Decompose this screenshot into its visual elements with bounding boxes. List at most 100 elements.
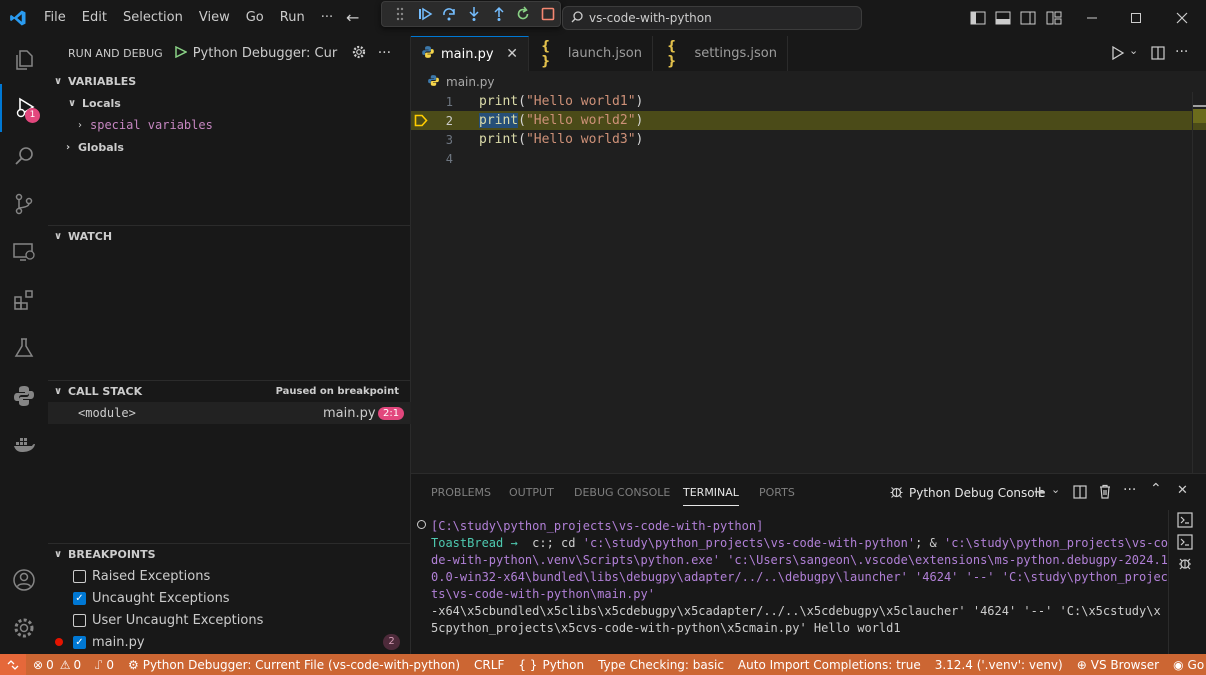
- chevron-down-icon[interactable]: ⌄: [1129, 44, 1138, 57]
- chevron-down-icon[interactable]: ⌄: [1051, 483, 1060, 496]
- code-line[interactable]: 4: [411, 149, 1206, 168]
- breakpoint-raised-exceptions[interactable]: Raised Exceptions: [48, 565, 411, 587]
- run-debug-icon[interactable]: [0, 84, 48, 132]
- remote-indicator-icon[interactable]: [0, 654, 26, 675]
- close-window-icon[interactable]: [1160, 0, 1204, 36]
- accounts-icon[interactable]: [0, 556, 48, 604]
- eol-status[interactable]: CRLF: [467, 654, 511, 675]
- run-file-icon[interactable]: [1111, 45, 1125, 63]
- back-arrow-icon[interactable]: ←: [346, 8, 359, 27]
- source-control-icon[interactable]: [0, 180, 48, 228]
- step-over-icon[interactable]: [437, 3, 462, 25]
- step-out-icon[interactable]: [486, 3, 511, 25]
- tab-main-py[interactable]: main.py ✕: [411, 36, 529, 71]
- code-token-paren: ): [635, 94, 644, 109]
- code-line[interactable]: 3 print("Hello world3"): [411, 130, 1206, 149]
- step-into-icon[interactable]: [462, 3, 487, 25]
- trash-icon[interactable]: [1098, 484, 1112, 502]
- menu-edit[interactable]: Edit: [74, 0, 115, 36]
- panel-tab-output[interactable]: OUTPUT: [509, 486, 554, 506]
- explorer-icon[interactable]: [0, 36, 48, 84]
- ports-status[interactable]: ⑀ 0: [88, 654, 121, 675]
- customize-layout-icon[interactable]: [1034, 0, 1074, 36]
- code-token-paren: (: [518, 113, 526, 128]
- menu-go[interactable]: Go: [238, 0, 272, 36]
- panel-tab-problems[interactable]: PROBLEMS: [431, 486, 491, 506]
- stop-icon[interactable]: [535, 3, 560, 25]
- globals-scope[interactable]: › Globals: [48, 136, 411, 158]
- checkbox-checked[interactable]: ✓: [73, 591, 86, 605]
- breakpoint-main-py[interactable]: ✓ main.py 2: [48, 631, 411, 653]
- panel-tab-ports[interactable]: PORTS: [759, 486, 795, 506]
- maximize-panel-chevron-icon[interactable]: ⌃: [1150, 481, 1162, 497]
- extensions-icon[interactable]: [0, 276, 48, 324]
- checkbox[interactable]: [73, 613, 86, 627]
- python-icon[interactable]: [0, 372, 48, 420]
- continue-icon[interactable]: [413, 3, 438, 25]
- tab-settings-json[interactable]: { } settings.json: [653, 36, 788, 71]
- menu-more[interactable]: ···: [313, 0, 341, 36]
- new-terminal-plus-icon[interactable]: +: [1033, 482, 1046, 501]
- breakpoint-uncaught-exceptions[interactable]: ✓ Uncaught Exceptions: [48, 587, 411, 609]
- menu-run[interactable]: Run: [272, 0, 313, 36]
- manage-gear-icon[interactable]: [0, 604, 48, 652]
- terminal-instance-icon[interactable]: [1177, 534, 1193, 553]
- split-terminal-icon[interactable]: [1073, 485, 1087, 502]
- stack-frame-row[interactable]: <module> main.py 2:1: [48, 402, 411, 424]
- breadcrumb-file[interactable]: main.py: [446, 75, 495, 89]
- auto-import-status[interactable]: Auto Import Completions: true: [731, 654, 928, 675]
- type-checking-status[interactable]: Type Checking: basic: [591, 654, 731, 675]
- maximize-icon[interactable]: [1114, 0, 1158, 36]
- breakpoint-user-uncaught-exceptions[interactable]: User Uncaught Exceptions: [48, 609, 411, 631]
- search-view-icon[interactable]: [0, 132, 48, 180]
- callstack-section-header[interactable]: ∨ CALL STACK Paused on breakpoint: [48, 380, 411, 402]
- tab-launch-json[interactable]: { } launch.json: [529, 36, 653, 71]
- debug-config-select[interactable]: Python Debugger: Curr ⌄: [193, 46, 338, 61]
- vs-browser-status[interactable]: ⊕ VS Browser: [1070, 654, 1166, 675]
- go-live-status[interactable]: ◉Go Live: [1166, 654, 1206, 675]
- drag-handle-icon[interactable]: [388, 3, 413, 25]
- interpreter-status[interactable]: 3.12.4 ('.venv': venv): [928, 654, 1070, 675]
- menu-file[interactable]: File: [36, 0, 74, 36]
- stack-frame-file: main.py: [323, 405, 376, 421]
- panel-tab-terminal[interactable]: TERMINAL: [683, 486, 739, 506]
- restart-icon[interactable]: [511, 3, 536, 25]
- code-line-current[interactable]: 2 print("Hello world2"): [411, 111, 1206, 130]
- command-center[interactable]: vs-code-with-python: [562, 6, 862, 30]
- breakpoint-label: Raised Exceptions: [92, 568, 211, 584]
- split-editor-icon[interactable]: [1151, 46, 1165, 63]
- docker-icon[interactable]: [0, 420, 48, 468]
- panel-more-icon[interactable]: ···: [1123, 482, 1136, 498]
- special-variables-row[interactable]: › special variables: [48, 114, 411, 136]
- breakpoint-label: User Uncaught Exceptions: [92, 612, 264, 628]
- breakpoints-section-header[interactable]: ∨ BREAKPOINTS: [48, 543, 411, 565]
- checkbox[interactable]: [73, 569, 86, 583]
- debug-settings-gear-icon[interactable]: [352, 45, 366, 62]
- minimize-icon[interactable]: [1070, 0, 1114, 36]
- editor-more-icon[interactable]: ···: [1175, 44, 1188, 60]
- debug-terminal-icon[interactable]: [1177, 555, 1193, 574]
- watch-section-header[interactable]: ∨ WATCH: [48, 225, 411, 247]
- testing-icon[interactable]: [0, 324, 48, 372]
- ports-icon: ⑀: [95, 657, 103, 672]
- close-tab-icon[interactable]: ✕: [506, 46, 518, 62]
- remote-explorer-icon[interactable]: [0, 228, 48, 276]
- terminal-instance-icon[interactable]: [1177, 512, 1193, 531]
- problems-status[interactable]: ⊗ 0 ⚠ 0: [26, 654, 88, 675]
- more-actions-icon[interactable]: ···: [378, 45, 391, 61]
- panel-tab-debug-console[interactable]: DEBUG CONSOLE: [574, 486, 670, 506]
- checkbox-checked[interactable]: ✓: [73, 635, 86, 649]
- code-line[interactable]: 1 print("Hello world1"): [411, 92, 1206, 111]
- code-token-string: "Hello world2": [525, 113, 636, 128]
- terminal-selector[interactable]: Python Debug Console: [889, 484, 1045, 502]
- code-token-string: "Hello world3": [525, 132, 636, 147]
- locals-scope[interactable]: ∨ Locals: [48, 92, 411, 114]
- language-status[interactable]: { } Python: [511, 654, 591, 675]
- menu-view[interactable]: View: [191, 0, 238, 36]
- debug-status[interactable]: ⚙ Python Debugger: Current File (vs-code-…: [121, 654, 467, 675]
- close-panel-icon[interactable]: ✕: [1177, 483, 1188, 498]
- sidebar-title: RUN AND DEBUG: [68, 46, 163, 60]
- start-debug-icon[interactable]: [174, 45, 188, 61]
- variables-section-header[interactable]: ∨ VARIABLES: [48, 70, 411, 92]
- menu-selection[interactable]: Selection: [115, 0, 191, 36]
